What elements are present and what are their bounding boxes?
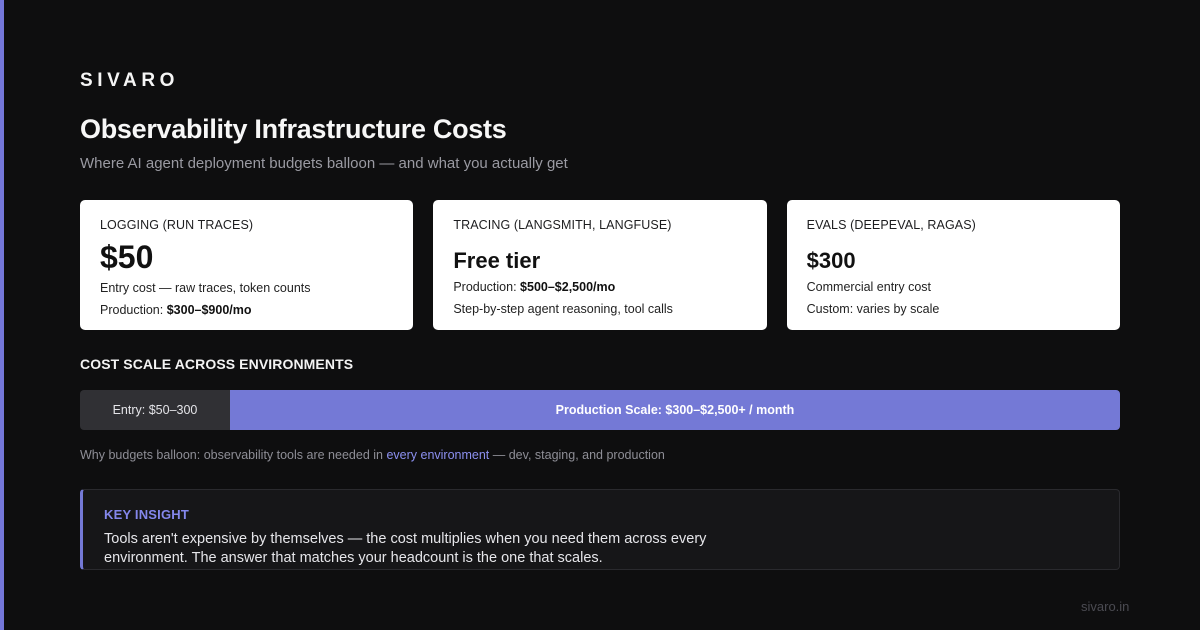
key-insight-box: KEY INSIGHT Tools aren't expensive by th… xyxy=(80,489,1120,570)
page-title: Observability Infrastructure Costs xyxy=(80,114,507,144)
why-prefix: Why budgets balloon: observability tools… xyxy=(80,448,387,462)
why-highlight: every environment xyxy=(386,448,490,462)
insight-text: Tools aren't expensive by themselves — t… xyxy=(104,531,707,566)
card-value: $300 xyxy=(806,248,856,273)
brand-logo: SIVARO xyxy=(80,70,180,91)
card-value: $50 xyxy=(100,239,154,275)
card-evals: EVALS (DEEPEVAL, RAGAS) $300 Commercial … xyxy=(786,200,1120,330)
card-production-line: Production: $500–$2,500/mo xyxy=(453,276,746,298)
section-heading: COST SCALE ACROSS ENVIRONMENTS xyxy=(80,356,354,372)
card-production-prefix: Production: xyxy=(100,303,167,317)
page-subtitle: Where AI agent deployment budgets balloo… xyxy=(80,155,568,172)
cost-cards: LOGGING (RUN TRACES) $50 Entry cost — ra… xyxy=(80,200,1120,330)
card-production-range: $500–$2,500/mo xyxy=(520,280,616,294)
slide: SIVARO Observability Infrastructure Cost… xyxy=(0,0,1200,630)
card-detail: Custom: varies by scale xyxy=(806,302,940,316)
card-detail: Entry cost — raw traces, token counts xyxy=(100,281,311,295)
scale-segment-entry: Entry: $50–300 xyxy=(80,390,230,430)
cost-scale-bar: Entry: $50–300 Production Scale: $300–$2… xyxy=(80,390,1120,430)
insight-label: KEY INSIGHT xyxy=(104,507,190,522)
card-label: LOGGING (RUN TRACES) xyxy=(100,218,254,232)
card-label: TRACING (LANGSMITH, LANGFUSE) xyxy=(453,218,672,232)
scale-segment-production: Production Scale: $300–$2,500+ / month xyxy=(230,390,1120,430)
why-note: Why budgets balloon: observability tools… xyxy=(80,448,665,462)
card-logging: LOGGING (RUN TRACES) $50 Entry cost — ra… xyxy=(80,200,414,330)
card-production-line: Production: $300–$900/mo xyxy=(100,299,393,321)
card-detail: Step-by-step agent reasoning, tool calls xyxy=(453,302,673,316)
why-suffix: — dev, staging, and production xyxy=(489,448,665,462)
card-production-range: $300–$900/mo xyxy=(166,303,252,317)
card-label: EVALS (DEEPEVAL, RAGAS) xyxy=(806,218,976,232)
left-accent-bar xyxy=(0,0,4,630)
card-detail: Commercial entry cost xyxy=(806,280,931,294)
card-production-prefix: Production: xyxy=(453,280,521,294)
footer-url: sivaro.in xyxy=(1081,599,1130,614)
card-value: Free tier xyxy=(453,248,541,273)
card-tracing: TRACING (LANGSMITH, LANGFUSE) Free tier … xyxy=(433,200,767,330)
